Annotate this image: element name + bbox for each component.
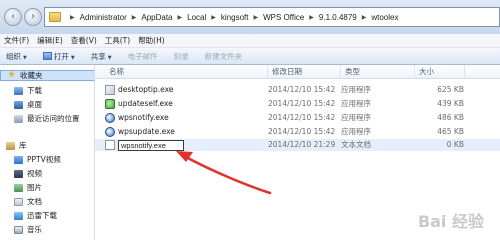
burn-button[interactable]: 刻录 (174, 51, 189, 62)
text-file-icon (105, 140, 115, 150)
file-size: 0 KB (446, 140, 464, 149)
document-icon (14, 197, 23, 206)
column-header-name[interactable]: 名称 (105, 65, 268, 79)
nav-item-recent[interactable]: 最近访问的位置 (0, 113, 94, 124)
pptv-video-icon (14, 155, 23, 164)
breadcrumb-item[interactable]: WPS Office (263, 13, 304, 22)
file-date: 2014/12/10 15:42 (268, 113, 336, 122)
picture-icon (14, 183, 23, 192)
nav-item-desktop[interactable]: 桌面 (0, 99, 94, 110)
file-date: 2014/12/10 21:29 (268, 140, 336, 149)
music-icon (14, 225, 23, 234)
file-size: 486 KB (437, 113, 464, 122)
nav-item-music[interactable]: 音乐 (0, 224, 94, 235)
share-button[interactable]: 共享 ▼ (91, 51, 112, 62)
watermark: Bai 经验 (417, 212, 484, 231)
menu-view[interactable]: 查看(V) (71, 35, 97, 46)
nav-libraries[interactable]: 库 (0, 140, 94, 151)
chevron-down-icon: ▼ (107, 54, 112, 61)
file-type: 应用程序 (341, 99, 371, 108)
file-name: wpsupdate.exe (118, 127, 175, 136)
menu-edit[interactable]: 编辑(E) (37, 35, 63, 46)
navigation-pane: ★ 收藏夹 下载 桌面 最近访问的位置 库 PPTV视频 视频 图片 文档 迅雷… (0, 65, 95, 240)
file-name: desktoptip.exe (118, 85, 174, 94)
file-size: 465 KB (437, 127, 464, 136)
nav-favorites[interactable]: ★ 收藏夹 (0, 70, 94, 81)
file-type: 应用程序 (341, 85, 371, 94)
address-bar-area: ‹ › ▶ Administrator ▶ AppData ▶ Local ▶ … (0, 0, 500, 34)
file-size: 439 KB (437, 99, 464, 108)
file-name: updateself.exe (118, 99, 173, 108)
file-row[interactable]: wpsnotify.exe 2014/12/10 21:29 文本文档 0 KB (95, 139, 500, 151)
breadcrumb-item[interactable]: kingsoft (221, 13, 249, 22)
menu-file[interactable]: 文件(F) (4, 35, 29, 46)
file-name: wpsnotify.exe (118, 113, 169, 122)
file-row[interactable]: wpsnotify.exe 2014/12/10 15:42 应用程序 486 … (95, 112, 500, 124)
folder-icon (49, 12, 61, 22)
breadcrumb-item[interactable]: Local (187, 13, 206, 22)
open-icon (42, 51, 52, 60)
video-icon (14, 169, 23, 178)
breadcrumb-item[interactable]: 9.1.0.4879 (319, 13, 357, 22)
library-icon (6, 141, 15, 150)
chevron-down-icon: ▼ (70, 54, 75, 61)
desktop-icon (14, 100, 23, 109)
column-header-size[interactable]: 大小 (415, 65, 465, 79)
xunlei-download-icon (14, 211, 23, 220)
download-folder-icon (14, 86, 23, 95)
email-button[interactable]: 电子邮件 (128, 51, 158, 62)
breadcrumb-item[interactable]: Administrator (80, 13, 127, 22)
file-type: 文本文档 (341, 140, 371, 149)
column-header-type[interactable]: 类型 (341, 65, 415, 79)
wps-icon (105, 113, 115, 123)
menu-tools[interactable]: 工具(T) (105, 35, 130, 46)
rename-input[interactable]: wpsnotify.exe (118, 139, 184, 151)
file-row[interactable]: wpsupdate.exe 2014/12/10 15:42 应用程序 465 … (95, 126, 500, 138)
column-header-row: 名称 修改日期 类型 大小 (95, 65, 500, 79)
command-bar: 组织 ▼ 打开 ▼ 共享 ▼ 电子邮件 刻录 新建文件夹 (0, 48, 500, 65)
wps-icon (105, 127, 115, 137)
file-row[interactable]: updateself.exe 2014/12/10 15:42 应用程序 439… (95, 98, 500, 110)
star-icon: ★ (7, 70, 16, 80)
nav-item-documents[interactable]: 文档 (0, 196, 94, 207)
exe-icon (105, 85, 115, 95)
breadcrumb-item[interactable]: wtoolex (371, 13, 398, 22)
file-date: 2014/12/10 15:42 (268, 99, 336, 108)
forward-icon[interactable]: › (24, 8, 42, 26)
file-type: 应用程序 (341, 113, 371, 122)
menu-help[interactable]: 帮助(H) (138, 35, 165, 46)
breadcrumb-item[interactable]: AppData (141, 13, 172, 22)
file-date: 2014/12/10 15:42 (268, 85, 336, 94)
file-size: 625 KB (437, 85, 464, 94)
open-button[interactable]: 打开 ▼ (42, 51, 75, 62)
file-type: 应用程序 (341, 127, 371, 136)
file-date: 2014/12/10 15:42 (268, 127, 336, 136)
file-row[interactable]: desktoptip.exe 2014/12/10 15:42 应用程序 625… (95, 84, 500, 96)
nav-item-videos[interactable]: 视频 (0, 168, 94, 179)
nav-item-pictures[interactable]: 图片 (0, 182, 94, 193)
nav-item-pptv[interactable]: PPTV视频 (0, 154, 94, 165)
back-icon[interactable]: ‹ (4, 8, 22, 26)
address-bar[interactable]: ▶ Administrator ▶ AppData ▶ Local ▶ king… (44, 7, 500, 27)
chevron-down-icon: ▼ (23, 54, 27, 61)
new-folder-button[interactable]: 新建文件夹 (205, 51, 243, 62)
nav-item-xunlei[interactable]: 迅雷下载 (0, 210, 94, 221)
nav-item-downloads[interactable]: 下载 (0, 85, 94, 96)
column-header-date[interactable]: 修改日期 (268, 65, 341, 79)
menu-bar: 文件(F) 编辑(E) 查看(V) 工具(T) 帮助(H) (0, 34, 500, 48)
recent-places-icon (14, 114, 23, 123)
updater-icon (105, 99, 115, 109)
breadcrumb: ▶ Administrator ▶ AppData ▶ Local ▶ king… (70, 12, 399, 22)
organize-button[interactable]: 组织 ▼ (6, 51, 27, 62)
